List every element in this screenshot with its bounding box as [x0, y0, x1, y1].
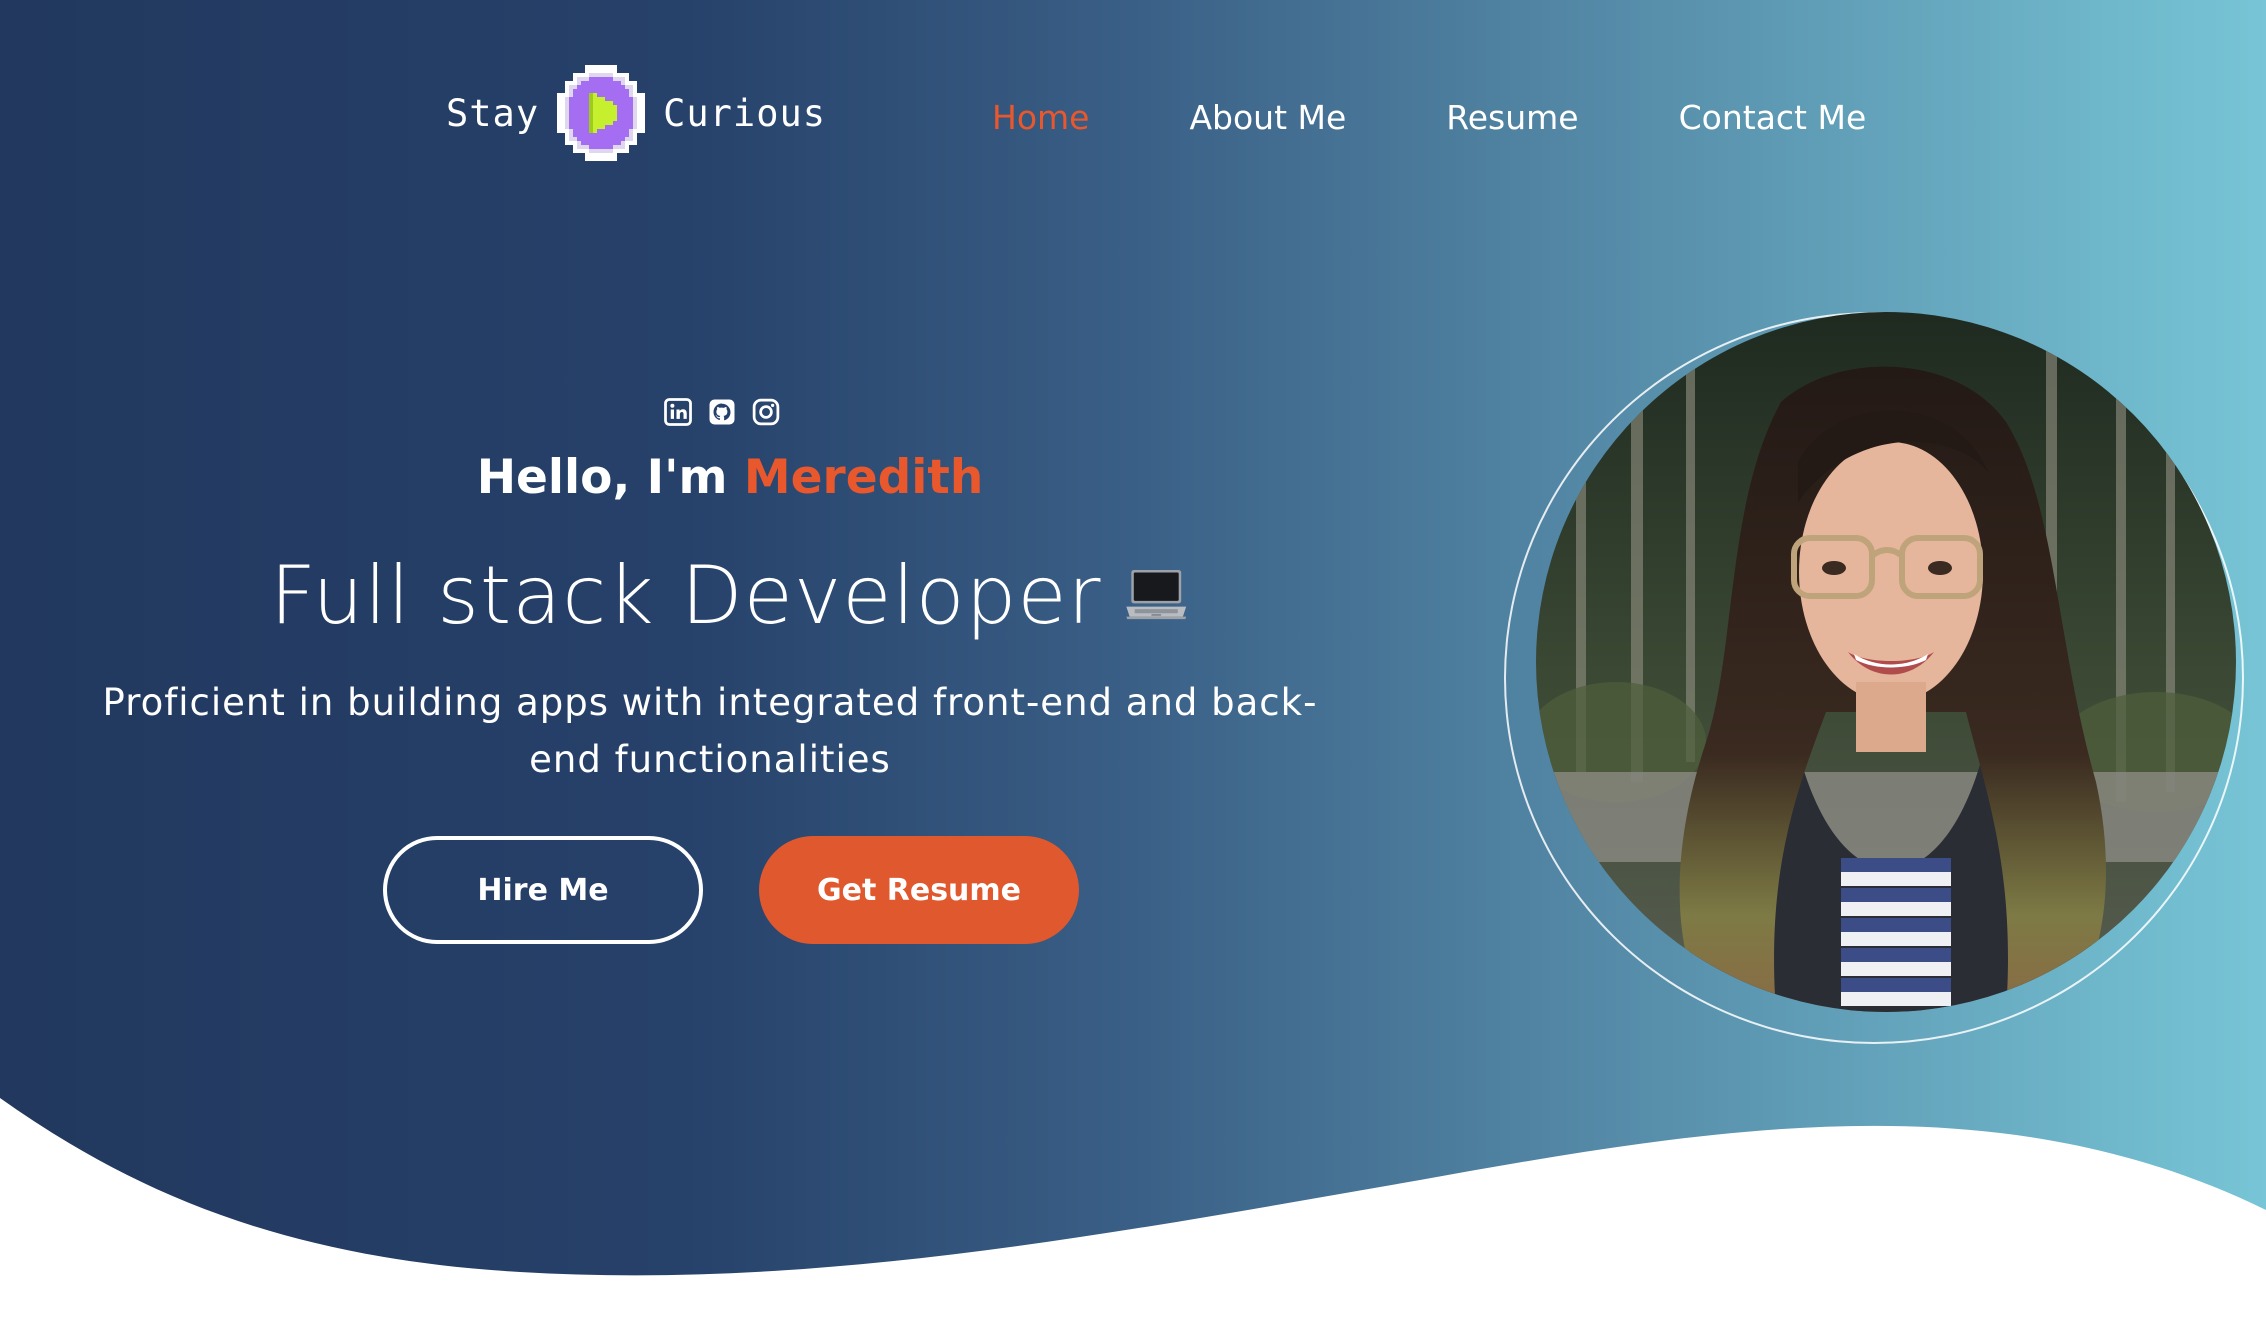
github-icon[interactable]	[707, 397, 737, 427]
greeting-prefix: Hello, I'm	[476, 450, 728, 505]
brand-left-word: Stay	[446, 91, 540, 135]
play-badge-icon	[557, 65, 646, 161]
role-title: Full stack Developer	[270, 548, 1102, 642]
main-nav: Home About Me Resume Contact Me	[992, 98, 1866, 137]
brand-right-word: Curious	[663, 91, 827, 135]
page: Stay Curious Home About Me Resume Contac…	[0, 0, 2266, 1320]
greeting-name: Meredith	[743, 450, 984, 505]
brand-logo[interactable]: Stay Curious	[446, 62, 826, 164]
greeting: Hello, I'm Meredith	[0, 450, 1460, 505]
role-heading: Full stack Developer	[270, 545, 1190, 645]
laptop-icon	[1126, 570, 1187, 620]
get-resume-button[interactable]: Get Resume	[759, 836, 1079, 944]
nav-about-me[interactable]: About Me	[1189, 98, 1346, 137]
social-links	[663, 397, 781, 427]
hero-description: Proficient in building apps with integra…	[102, 681, 1318, 781]
nav-resume[interactable]: Resume	[1446, 98, 1578, 137]
profile-photo	[1536, 312, 2236, 1012]
hire-me-button[interactable]: Hire Me	[383, 836, 703, 944]
linkedin-icon[interactable]	[663, 397, 693, 427]
nav-home[interactable]: Home	[992, 98, 1089, 137]
instagram-icon[interactable]	[751, 397, 781, 427]
nav-contact-me[interactable]: Contact Me	[1679, 98, 1867, 137]
